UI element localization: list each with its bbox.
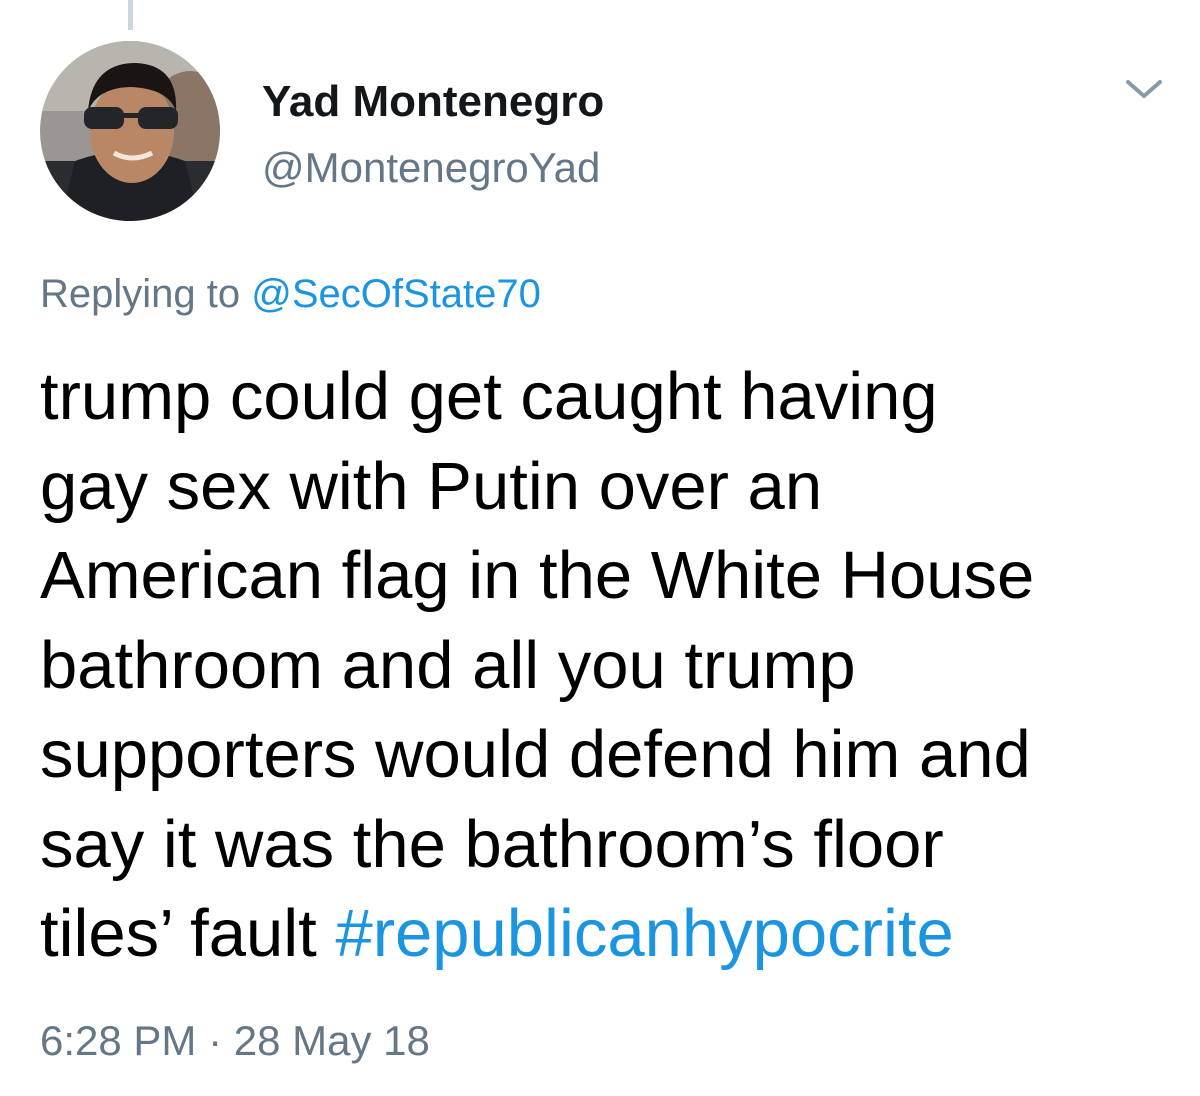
chevron-down-icon[interactable] — [1122, 74, 1166, 104]
tweet-text-line: say it was the bathroom’s floor — [40, 806, 944, 882]
reply-context-prefix: Replying to — [40, 272, 241, 316]
tweet-text-line: gay sex with Putin over an — [40, 448, 823, 524]
hashtag-link[interactable]: #republicanhypocrite — [335, 896, 953, 971]
author-handle[interactable]: @MontenegroYad — [262, 142, 600, 194]
thread-connector-line — [128, 0, 133, 30]
reply-context: Replying to @SecOfState70 — [40, 268, 541, 320]
avatar[interactable] — [40, 41, 220, 221]
author-display-name[interactable]: Yad Montenegro — [262, 76, 604, 128]
tweet-text-line: American flag in the White House — [40, 538, 1035, 613]
tweet-text-last-line: tiles’ fault #republicanhypocrite — [40, 889, 1170, 979]
avatar-photo — [40, 41, 220, 221]
reply-mention-link[interactable]: @SecOfState70 — [251, 272, 541, 316]
tweet-body: trump could get caught having gay sex wi… — [40, 352, 1170, 979]
tweet-timestamp[interactable]: 6:28 PM · 28 May 18 — [40, 1014, 430, 1068]
tweet-text-line: tiles’ fault — [40, 896, 317, 971]
tweet-text-line: bathroom and all you trump — [40, 627, 856, 703]
tweet-text-line: supporters would defend him and — [40, 717, 1031, 792]
tweet-text-line: trump could get caught having — [40, 359, 938, 434]
